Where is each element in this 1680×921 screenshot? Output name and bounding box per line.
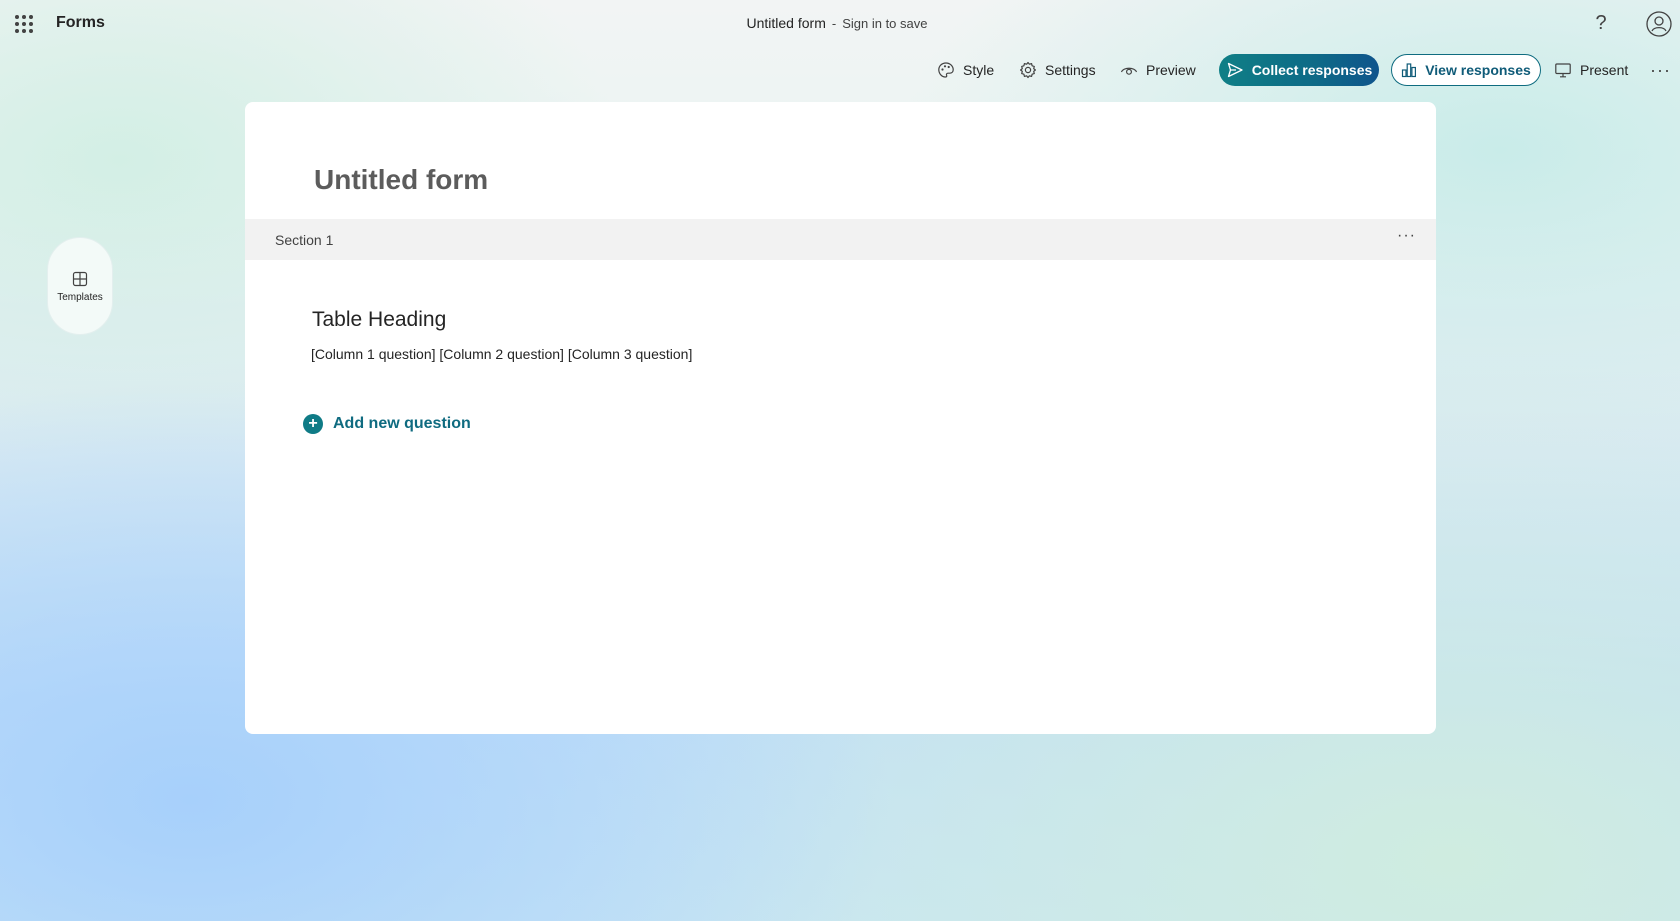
more-options-icon[interactable]: ···: [1650, 54, 1671, 86]
view-responses-button[interactable]: View responses: [1391, 54, 1541, 86]
present-button[interactable]: Present: [1554, 54, 1628, 86]
document-title[interactable]: Untitled form: [747, 15, 826, 31]
preview-label: Preview: [1146, 62, 1196, 78]
section-more-icon[interactable]: ···: [1397, 227, 1416, 245]
add-new-question-label: Add new question: [333, 415, 471, 432]
preview-button[interactable]: Preview: [1120, 54, 1196, 86]
document-title-area: Untitled form - Sign in to save: [0, 15, 1680, 31]
view-responses-label: View responses: [1425, 62, 1531, 78]
eye-icon: [1120, 67, 1138, 75]
send-icon: [1227, 62, 1243, 78]
style-button[interactable]: Style: [937, 54, 994, 86]
gear-icon: [1020, 61, 1036, 79]
present-icon: [1555, 63, 1571, 78]
question-heading[interactable]: Table Heading: [312, 308, 446, 332]
title-separator: -: [831, 16, 837, 31]
form-title[interactable]: Untitled form: [314, 164, 488, 196]
help-icon[interactable]: ?: [1590, 12, 1612, 36]
sign-in-to-save-link[interactable]: Sign in to save: [842, 16, 927, 31]
avatar-icon[interactable]: [1646, 11, 1672, 37]
settings-button[interactable]: Settings: [1019, 54, 1096, 86]
templates-icon: [72, 271, 88, 286]
collect-responses-button[interactable]: Collect responses: [1219, 54, 1379, 86]
add-new-question-button[interactable]: + Add new question: [303, 414, 471, 434]
section-header[interactable]: Section 1 ···: [245, 219, 1436, 260]
plus-icon: +: [303, 414, 323, 434]
templates-label: Templates: [57, 291, 103, 303]
chart-icon: [1402, 63, 1417, 78]
form-card: Untitled form Section 1 ··· Table Headin…: [245, 102, 1436, 734]
section-label: Section 1: [275, 232, 334, 248]
settings-label: Settings: [1045, 62, 1096, 78]
present-label: Present: [1580, 62, 1629, 78]
collect-responses-label: Collect responses: [1251, 62, 1373, 78]
templates-button[interactable]: Templates: [47, 237, 113, 335]
question-columns[interactable]: [Column 1 question] [Column 2 question] …: [311, 346, 692, 362]
style-label: Style: [963, 62, 995, 78]
top-bar: Forms Untitled form - Sign in to save ?: [0, 0, 1680, 48]
palette-icon: [938, 62, 954, 78]
command-bar: Style Settings Preview Collect responses…: [0, 54, 1680, 86]
